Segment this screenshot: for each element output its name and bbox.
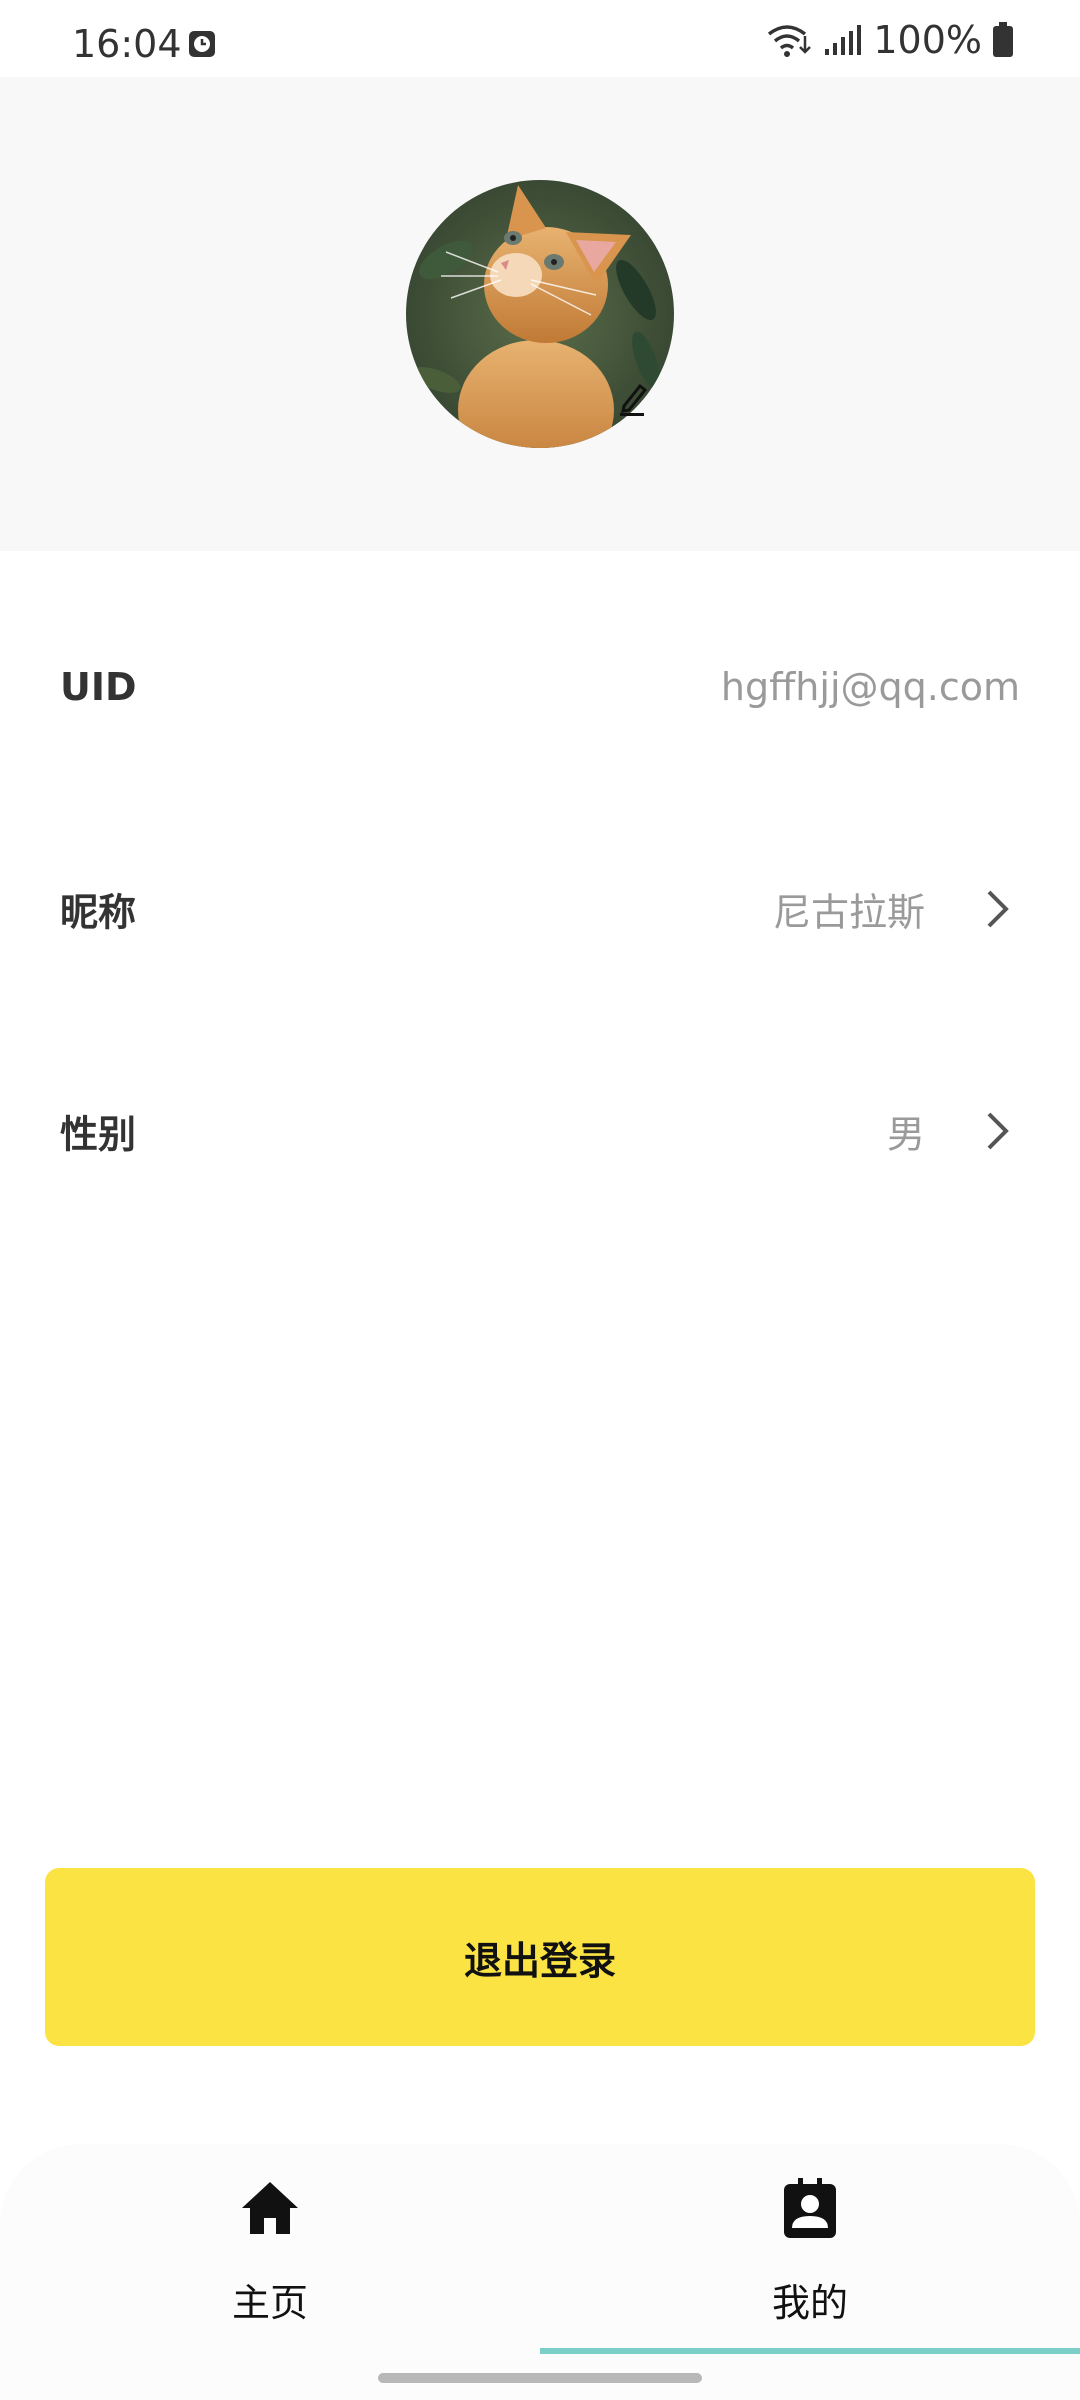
logout-button[interactable]: 退出登录	[45, 1868, 1035, 2046]
nav-item-home[interactable]: 主页	[0, 2144, 540, 2354]
pencil-icon[interactable]	[616, 380, 652, 416]
alarm-icon	[189, 31, 215, 57]
uid-row: UID hgffhjj@qq.com	[0, 612, 1080, 762]
battery-percent: 100%	[873, 18, 982, 62]
chevron-right-icon	[987, 890, 1009, 928]
status-time: 16:04	[72, 22, 182, 66]
contact-card-icon	[784, 2178, 836, 2238]
nav-label-home: 主页	[231, 2281, 308, 2325]
uid-label: UID	[60, 665, 137, 709]
gender-row[interactable]: 性别 男	[0, 1056, 1080, 1206]
status-icons: 100%	[765, 18, 1014, 62]
avatar-wrap[interactable]	[406, 180, 674, 448]
nickname-label: 昵称	[60, 890, 137, 935]
chevron-right-icon	[987, 1112, 1009, 1150]
active-tab-indicator	[540, 2348, 1080, 2354]
signal-icon	[825, 25, 862, 55]
gesture-bar[interactable]	[378, 2373, 702, 2383]
status-bar: 16:04 100%	[0, 0, 1080, 77]
nav-item-mine[interactable]: 我的	[540, 2144, 1080, 2354]
wifi-icon	[768, 25, 812, 57]
gender-label: 性别	[60, 1112, 137, 1157]
profile-header	[0, 77, 1080, 551]
home-icon	[242, 2182, 298, 2234]
nickname-row[interactable]: 昵称 尼古拉斯	[0, 834, 1080, 984]
nav-label-mine: 我的	[771, 2281, 848, 2325]
nickname-value: 尼古拉斯	[772, 890, 925, 935]
battery-icon	[993, 22, 1013, 57]
uid-value: hgffhjj@qq.com	[720, 665, 1020, 709]
gender-value: 男	[886, 1112, 925, 1157]
bottom-nav: 主页 我的	[0, 2144, 1080, 2400]
